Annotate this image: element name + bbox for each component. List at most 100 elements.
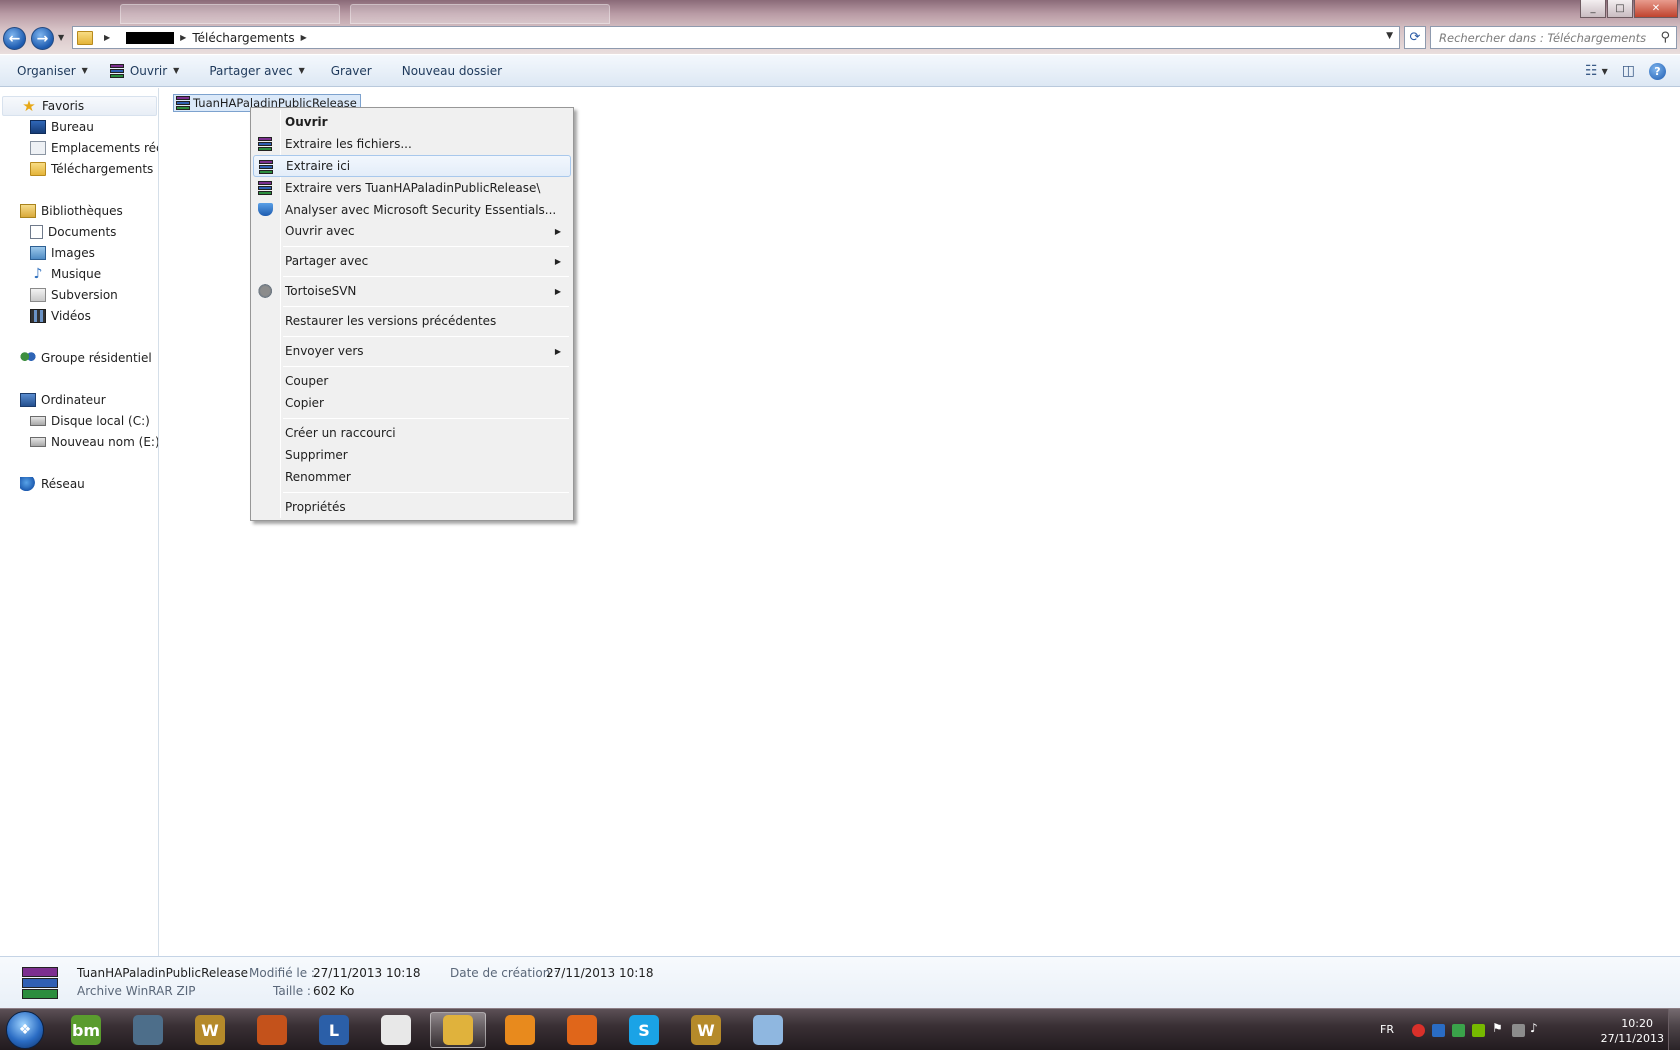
nav-downloads[interactable]: Téléchargements [0,159,153,179]
menu-item-tortoisesvn[interactable]: TortoiseSVN ▶ [253,280,571,302]
check-tray-icon[interactable] [1452,1024,1465,1037]
taskbar-app-button[interactable]: W [678,1012,734,1048]
preview-pane-icon[interactable]: ◫ [1622,63,1635,79]
close-button[interactable]: ✕ [1634,0,1678,18]
clock-date[interactable]: 27/11/2013 [1601,1032,1664,1045]
chevron-right-icon[interactable]: ▶ [180,33,186,42]
menu-item-extract-files[interactable]: Extraire les fichiers... [253,133,571,155]
burn-button[interactable]: Graver [315,55,382,87]
network-tray-icon[interactable] [1512,1024,1525,1037]
open-button[interactable]: Ouvrir ▼ [98,55,190,87]
history-dropdown-icon[interactable]: ▼ [58,33,64,42]
menu-label: Copier [285,396,324,410]
search-input[interactable]: Rechercher dans : Téléchargements ⚲ [1430,26,1677,49]
menu-item-share-with[interactable]: Partager avec ▶ [253,250,571,272]
nav-desktop[interactable]: Bureau [0,117,94,137]
menu-item-extract-here[interactable]: Extraire ici [253,155,571,177]
menu-item-restore-versions[interactable]: Restaurer les versions précédentes [253,310,571,332]
help-icon[interactable]: ? [1649,62,1666,80]
nav-videos[interactable]: Vidéos [0,306,91,326]
nav-subversion[interactable]: Subversion [0,285,118,305]
app-icon: L [319,1015,349,1045]
menu-item-rename[interactable]: Renommer [253,466,571,488]
menu-item-delete[interactable]: Supprimer [253,444,571,466]
nav-network[interactable]: Réseau [0,474,85,494]
tortoise-svn-icon [258,284,274,298]
taskbar-app-button[interactable] [120,1012,176,1048]
nav-favorites[interactable]: ★ Favoris [2,96,157,116]
nav-label: Favoris [42,99,85,113]
language-indicator[interactable]: FR [1380,1023,1394,1036]
menu-label: Extraire vers TuanHAPaladinPublicRelease… [285,181,541,195]
search-icon[interactable]: ⚲ [1660,30,1670,45]
taskbar-app-button[interactable] [740,1012,796,1048]
change-view-icon[interactable]: ☷ [1585,63,1598,79]
address-bar[interactable]: ▶ ▶ Téléchargements ▶ ▼ [72,26,1400,49]
downloads-folder-icon [30,162,46,176]
menu-item-open-with[interactable]: Ouvrir avec ▶ [253,220,571,242]
nav-drive-e[interactable]: Nouveau nom (E:) [0,432,158,452]
app-icon [443,1015,473,1045]
nvidia-tray-icon[interactable] [1472,1024,1485,1037]
share-label: Partager avec [209,63,293,78]
nav-libraries[interactable]: Bibliothèques [0,201,123,221]
minimize-button[interactable]: _ [1580,0,1606,18]
taskbar-app-button[interactable]: L [306,1012,362,1048]
app-icon: W [691,1015,721,1045]
chevron-right-icon[interactable]: ▶ [301,33,307,42]
nav-music[interactable]: ♪ Musique [0,264,102,284]
taskbar: ❖ bm W L S W FR ⚑ ♪ 10:20 27/11/2013 [0,1008,1680,1050]
nav-recent-places[interactable]: Emplacements récents [0,138,158,158]
taskbar-app-button[interactable]: S [616,1012,672,1048]
chevron-down-icon[interactable]: ▼ [1602,67,1608,76]
app-tray-icon[interactable] [1432,1024,1445,1037]
clock-time[interactable]: 10:20 [1621,1017,1653,1030]
menu-item-properties[interactable]: Propriétés [253,496,571,518]
start-button[interactable]: ❖ [6,1011,44,1049]
refresh-button[interactable]: ⟳ [1404,26,1426,49]
menu-item-extract-to[interactable]: Extraire vers TuanHAPaladinPublicRelease… [253,177,571,199]
redacted-user-crumb[interactable] [126,31,175,44]
arrow-left-icon: ← [8,30,21,47]
menu-item-send-to[interactable]: Envoyer vers ▶ [253,340,571,362]
recent-places-icon [30,141,46,155]
forward-button[interactable]: → [31,27,54,50]
window-controls: _ □ ✕ [1580,0,1678,18]
nav-homegroup[interactable]: Groupe résidentiel [0,348,152,368]
taskbar-app-button[interactable] [492,1012,548,1048]
antivirus-tray-icon[interactable] [1412,1024,1425,1037]
nav-images[interactable]: Images [0,243,95,263]
maximize-button[interactable]: □ [1607,0,1633,18]
volume-icon[interactable]: ♪ [1530,1021,1543,1035]
taskbar-app-button[interactable] [430,1012,486,1048]
submenu-arrow-icon: ▶ [554,256,561,266]
nav-label: Disque local (C:) [51,414,150,428]
menu-item-cut[interactable]: Couper [253,370,571,392]
winrar-icon [258,181,272,195]
taskbar-app-button[interactable] [244,1012,300,1048]
breadcrumb-current[interactable]: Téléchargements [192,31,294,45]
menu-item-scan[interactable]: Analyser avec Microsoft Security Essenti… [253,199,571,221]
taskbar-app-button[interactable] [554,1012,610,1048]
background-tab [350,4,610,24]
taskbar-app-button[interactable]: bm [58,1012,114,1048]
context-menu: Ouvrir Extraire les fichiers... Extraire… [250,107,574,521]
share-with-button[interactable]: Partager avec ▼ [189,55,314,87]
taskbar-app-button[interactable] [368,1012,424,1048]
nav-documents[interactable]: Documents [0,222,116,242]
app-icon [257,1015,287,1045]
action-center-flag-icon[interactable]: ⚑ [1492,1021,1505,1035]
nav-drive-c[interactable]: Disque local (C:) [0,411,150,431]
chevron-right-icon[interactable]: ▶ [104,33,110,42]
show-desktop-button[interactable] [1668,1009,1680,1050]
back-button[interactable]: ← [3,27,26,50]
new-folder-button[interactable]: Nouveau dossier [382,55,512,87]
menu-item-create-shortcut[interactable]: Créer un raccourci [253,422,571,444]
menu-item-open[interactable]: Ouvrir [253,111,571,133]
chevron-down-icon[interactable]: ▼ [1386,31,1393,41]
taskbar-app-button[interactable]: W [182,1012,238,1048]
app-icon [133,1015,163,1045]
menu-item-copy[interactable]: Copier [253,392,571,414]
organize-button[interactable]: Organiser ▼ [0,55,98,87]
nav-computer[interactable]: Ordinateur [0,390,106,410]
